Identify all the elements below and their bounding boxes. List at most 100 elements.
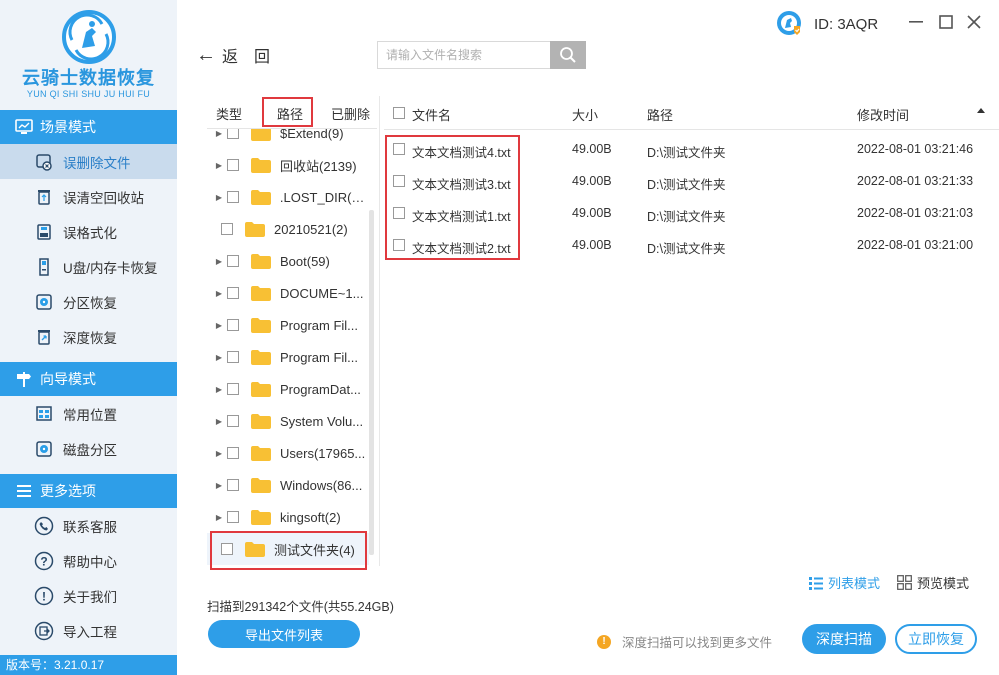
nav-deep-restore[interactable]: 深度恢复 [0,319,177,354]
section-scene-mode: 场景模式 [0,110,177,144]
expand-icon[interactable]: ▶ [211,481,227,490]
recover-now-button[interactable]: 立即恢复 [895,624,977,654]
table-row[interactable]: 文本文档测试1.txt 49.00B D:\测试文件夹 2022-08-01 0… [384,197,999,229]
file-path: D:\测试文件夹 [647,210,726,224]
column-header-path[interactable]: 路径 [647,105,673,124]
tree-row[interactable]: ▶ Users(17965... [207,437,369,469]
expand-icon[interactable]: ▶ [211,257,227,266]
tree-row[interactable]: ▶ Windows(86... [207,469,369,501]
tip-message: ! 深度扫描可以找到更多文件 [597,632,772,651]
grid-icon [897,575,912,590]
list-mode-label: 列表模式 [828,576,881,591]
expand-icon[interactable]: ▶ [211,193,227,202]
tree-row-selected[interactable]: 测试文件夹(4) [207,533,369,565]
tree-row[interactable]: ▶ 回收站(2139) [207,149,369,181]
checkbox[interactable] [227,479,239,491]
expand-icon[interactable]: ▶ [211,449,227,458]
tree-row[interactable]: ▶ Program Fil... [207,309,369,341]
expand-icon[interactable]: ▶ [211,513,227,522]
question-icon: ? [34,551,54,571]
select-all-checkbox[interactable] [393,107,405,119]
file-name: 文本文档测试3.txt [412,178,511,192]
nav-recycle-bin[interactable]: 误清空回收站 [0,179,177,214]
nav-about-us[interactable]: ! 关于我们 [0,578,177,613]
file-path: D:\测试文件夹 [647,242,726,256]
nav-format[interactable]: 误格式化 [0,214,177,249]
nav-import-project[interactable]: 导入工程 [0,613,177,648]
tree-row[interactable]: 20210521(2) [207,213,369,245]
tree-row[interactable]: ▶ DOCUME~1... [207,277,369,309]
checkbox[interactable] [227,383,239,395]
tab-path[interactable]: 路径 [277,104,303,123]
nav-deleted-files[interactable]: 误删除文件 [0,144,177,179]
nav-help-center[interactable]: ? 帮助中心 [0,543,177,578]
checkbox[interactable] [227,159,239,171]
column-header-mtime[interactable]: 修改时间 [857,105,909,124]
column-header-size[interactable]: 大小 [572,105,598,124]
tab-deleted[interactable]: 已删除 [331,104,370,123]
checkbox[interactable] [227,255,239,267]
checkbox[interactable] [227,287,239,299]
deep-scan-button[interactable]: 深度扫描 [802,624,886,654]
expand-icon[interactable]: ▶ [211,353,227,362]
tree-row[interactable]: ▶ kingsoft(2) [207,501,369,533]
tree-row[interactable]: ▶ $Extend(9) [207,129,369,149]
expand-icon[interactable]: ▶ [211,417,227,426]
expand-icon[interactable]: ▶ [211,289,227,298]
divider [379,96,380,566]
checkbox[interactable] [393,143,405,155]
checkbox[interactable] [227,415,239,427]
tree-row[interactable]: ▶ .LOST_DIR(5... [207,181,369,213]
tree-scrollbar[interactable] [369,210,374,555]
sort-asc-icon[interactable] [977,108,985,113]
arrow-left-icon: ← [196,43,216,66]
table-row[interactable]: 文本文档测试4.txt 49.00B D:\测试文件夹 2022-08-01 0… [384,133,999,165]
tab-type[interactable]: 类型 [216,104,242,123]
expand-icon[interactable]: ▶ [211,321,227,330]
tree-row[interactable]: ▶ Boot(59) [207,245,369,277]
table-row[interactable]: 文本文档测试2.txt 49.00B D:\测试文件夹 2022-08-01 0… [384,229,999,261]
tree-row[interactable]: ▶ ProgramDat... [207,373,369,405]
expand-icon[interactable]: ▶ [211,129,227,138]
checkbox[interactable] [226,191,239,203]
checkbox[interactable] [221,543,233,555]
sidebar: 云骑士数据恢复 YUN QI SHI SHU JU HUI FU 场景模式 误删… [0,0,177,675]
info-icon: ! [34,586,54,606]
column-header-name[interactable]: 文件名 [412,105,451,124]
folder-icon [251,285,271,301]
expand-icon[interactable]: ▶ [211,385,227,394]
checkbox[interactable] [227,511,239,523]
signpost-icon [14,369,34,389]
account[interactable]: ID: 3AQR [776,10,878,38]
checkbox[interactable] [227,447,239,459]
tree-row[interactable]: ▶ System Volu... [207,405,369,437]
table-row[interactable]: 文本文档测试3.txt 49.00B D:\测试文件夹 2022-08-01 0… [384,165,999,197]
nav-partition[interactable]: 分区恢复 [0,284,177,319]
search-input[interactable]: 请输入文件名搜索 [377,41,551,69]
list-mode-button[interactable]: 列表模式 [809,573,880,592]
nav-contact-support[interactable]: 联系客服 [0,508,177,543]
back-button[interactable]: ← 返 回 [196,43,270,67]
checkbox[interactable] [221,223,233,235]
checkbox[interactable] [227,351,239,363]
tree-row[interactable]: ▶ Program Fil... [207,341,369,373]
nav-disk-partition[interactable]: 磁盘分区 [0,431,177,466]
checkbox[interactable] [393,207,405,219]
preview-mode-label: 预览模式 [917,576,970,591]
checkbox[interactable] [393,239,405,251]
file-mtime: 2022-08-01 03:21:00 [857,238,974,252]
checkbox[interactable] [393,175,405,187]
maximize-button[interactable] [936,12,956,32]
nav-usb-sd[interactable]: U盘/内存卡恢复 [0,249,177,284]
search-button[interactable] [550,41,586,69]
preview-mode-button[interactable]: 预览模式 [897,573,969,592]
expand-icon[interactable]: ▶ [211,161,227,170]
export-file-list-button[interactable]: 导出文件列表 [208,620,360,648]
tree-label: System Volu... [280,413,364,429]
checkbox[interactable] [227,319,239,331]
minimize-button[interactable] [906,12,926,32]
section-label: 向导模式 [40,371,96,387]
close-button[interactable] [964,12,984,32]
nav-common-location[interactable]: 常用位置 [0,396,177,431]
checkbox[interactable] [227,129,239,139]
